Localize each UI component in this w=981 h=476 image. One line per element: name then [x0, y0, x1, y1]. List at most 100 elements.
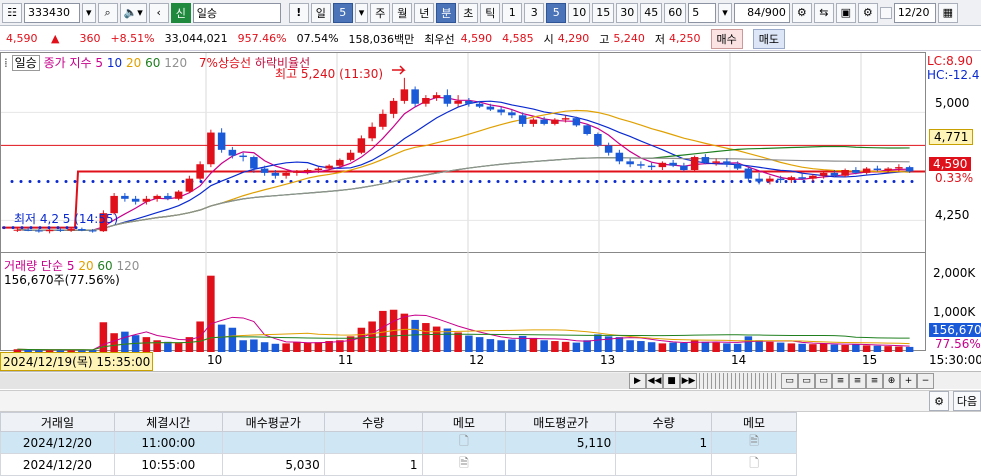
chart-scrollbar[interactable]: ▶ ◀◀ ■ ▶▶ ▭ ▭ ▭ ≡ ≡ ≡ ⊕ + −	[0, 371, 981, 389]
next-button[interactable]: 다음	[953, 391, 981, 411]
tool-1-icon[interactable]: ▭	[781, 372, 798, 389]
signal-line-label: 7%상승선	[198, 56, 252, 70]
volume-bar	[357, 327, 366, 352]
interval-1[interactable]: 1	[502, 2, 523, 23]
tool-3-icon[interactable]: ▭	[815, 372, 832, 389]
tab-tick[interactable]: 틱	[480, 2, 501, 23]
zoom-slider[interactable]	[699, 372, 779, 389]
volume-bar	[303, 342, 312, 352]
save-icon[interactable]: ▣	[835, 2, 856, 23]
volume-bar	[314, 342, 323, 352]
interval-45[interactable]: 45	[640, 2, 663, 23]
cell-sell-memo[interactable]: 🗋	[711, 453, 797, 476]
gear-icon[interactable]: ⚙	[857, 2, 878, 23]
date-input[interactable]: 12/20	[893, 2, 936, 23]
sell-button[interactable]: 매도	[752, 28, 786, 49]
interval-5[interactable]: 5	[546, 2, 567, 23]
best-buy-price: 4,585	[502, 32, 534, 45]
tab-year[interactable]: 년	[414, 2, 435, 23]
dotted-marker	[307, 180, 311, 184]
search-icon[interactable]: ⌕	[97, 2, 118, 23]
volume-bar	[669, 342, 677, 352]
table-row[interactable]: 2024/12/20 11:00:00 🗋 5,110 1 🗎	[0, 431, 797, 454]
zoom-reset-icon[interactable]: ⊕	[883, 372, 900, 389]
date-checkbox[interactable]	[879, 6, 892, 19]
grid-icon[interactable]: ☷	[2, 2, 22, 23]
interval-input[interactable]: 5	[688, 2, 717, 23]
col-buy-qty: 수량	[323, 412, 423, 432]
panel-gear-icon[interactable]: ⚙	[929, 391, 949, 411]
volume-bar	[422, 323, 430, 352]
x-date-13: 13	[600, 353, 616, 367]
memo-icon[interactable]: 🗋	[459, 434, 469, 448]
period-dropdown-button[interactable]: ▾	[354, 2, 369, 23]
period-day-label[interactable]: 일	[310, 2, 331, 23]
candle-body	[432, 95, 441, 98]
col-buy-avg: 매수평균가	[221, 412, 325, 432]
interval-60[interactable]: 60	[664, 2, 687, 23]
volume-bar	[733, 343, 742, 352]
dotted-marker	[613, 180, 617, 184]
tool-5-icon[interactable]: ≡	[849, 372, 866, 389]
forward-icon[interactable]: ▶▶	[680, 372, 697, 389]
scroll-right-icon[interactable]: ▶	[629, 372, 646, 389]
dotted-marker	[316, 180, 320, 184]
memo-edit-icon[interactable]: 🗎	[749, 434, 759, 448]
dotted-marker	[406, 180, 410, 184]
code-dropdown-button[interactable]: ▾	[82, 2, 96, 23]
memo-edit-icon[interactable]: 🗎	[459, 456, 469, 470]
count-value: 84	[747, 6, 762, 19]
price-change: 360	[79, 32, 101, 45]
cell-buy-memo[interactable]: 🗋	[421, 431, 507, 454]
tab-minute[interactable]: 분	[436, 2, 457, 23]
col-sell-memo: 메모	[711, 412, 797, 432]
count-input[interactable]: 84/900	[733, 2, 790, 23]
speaker-icon[interactable]: 🔈▾	[119, 2, 147, 23]
best-sell-price: 4,590	[460, 32, 493, 45]
dotted-marker	[595, 180, 599, 184]
candlestick-chart[interactable]	[0, 52, 981, 370]
stock-code-input[interactable]: 333430	[24, 2, 80, 23]
zoom-out-icon[interactable]: −	[917, 372, 934, 389]
tab-second[interactable]: 초	[458, 2, 479, 23]
buy-button[interactable]: 매수	[710, 28, 743, 49]
interval-3[interactable]: 3	[524, 2, 545, 23]
cell-sell-memo[interactable]: 🗎	[711, 431, 797, 454]
candle-body	[400, 89, 409, 101]
interval-30[interactable]: 30	[616, 2, 639, 23]
calendar-icon[interactable]: ▦	[937, 2, 958, 23]
candle-body	[303, 170, 312, 172]
zoom-in-icon[interactable]: +	[900, 372, 917, 389]
moving-average-line	[17, 96, 910, 232]
cell-buy-memo[interactable]: 🗎	[421, 453, 507, 476]
tool-6-icon[interactable]: ≡	[866, 372, 883, 389]
dotted-marker	[64, 180, 68, 184]
tool-4-icon[interactable]: ≡	[832, 372, 849, 389]
period-value[interactable]: 5	[332, 2, 353, 23]
tool-2-icon[interactable]: ▭	[798, 372, 815, 389]
cell-date: 2024/12/20	[0, 431, 115, 454]
tab-month[interactable]: 월	[392, 2, 413, 23]
candle-body	[282, 172, 290, 176]
cell-time: 11:00:00	[113, 431, 223, 454]
interval-dropdown-button[interactable]: ▾	[718, 2, 732, 23]
alert-icon[interactable]: !	[288, 2, 309, 23]
scroll-track[interactable]	[0, 372, 629, 389]
interval-10[interactable]: 10	[568, 2, 591, 23]
swap-icon[interactable]: ⇆	[813, 2, 834, 23]
prev-arrow-icon[interactable]: ‹	[148, 2, 169, 23]
dotted-marker	[19, 180, 23, 184]
tab-week[interactable]: 주	[370, 2, 391, 23]
table-row[interactable]: 2024/12/20 10:55:00 5,030 1 🗎 🗋	[0, 453, 797, 476]
memo-icon[interactable]: 🗋	[749, 456, 759, 470]
chart-settings-icon[interactable]: ⚙	[791, 2, 812, 23]
volume-bar	[647, 342, 656, 352]
interval-15[interactable]: 15	[592, 2, 615, 23]
price-chart-area[interactable]: ⁞ 일승 종가 지수 5 10 20 60 120 7%상승선 하락비율선 최고…	[0, 52, 981, 371]
dotted-marker	[586, 180, 590, 184]
ma-20: 20	[125, 56, 142, 70]
stop-icon[interactable]: ■	[663, 372, 680, 389]
stock-name-field[interactable]: 일승	[192, 2, 281, 23]
rewind-icon[interactable]: ◀◀	[646, 372, 663, 389]
high-arrow-icon	[392, 65, 406, 75]
